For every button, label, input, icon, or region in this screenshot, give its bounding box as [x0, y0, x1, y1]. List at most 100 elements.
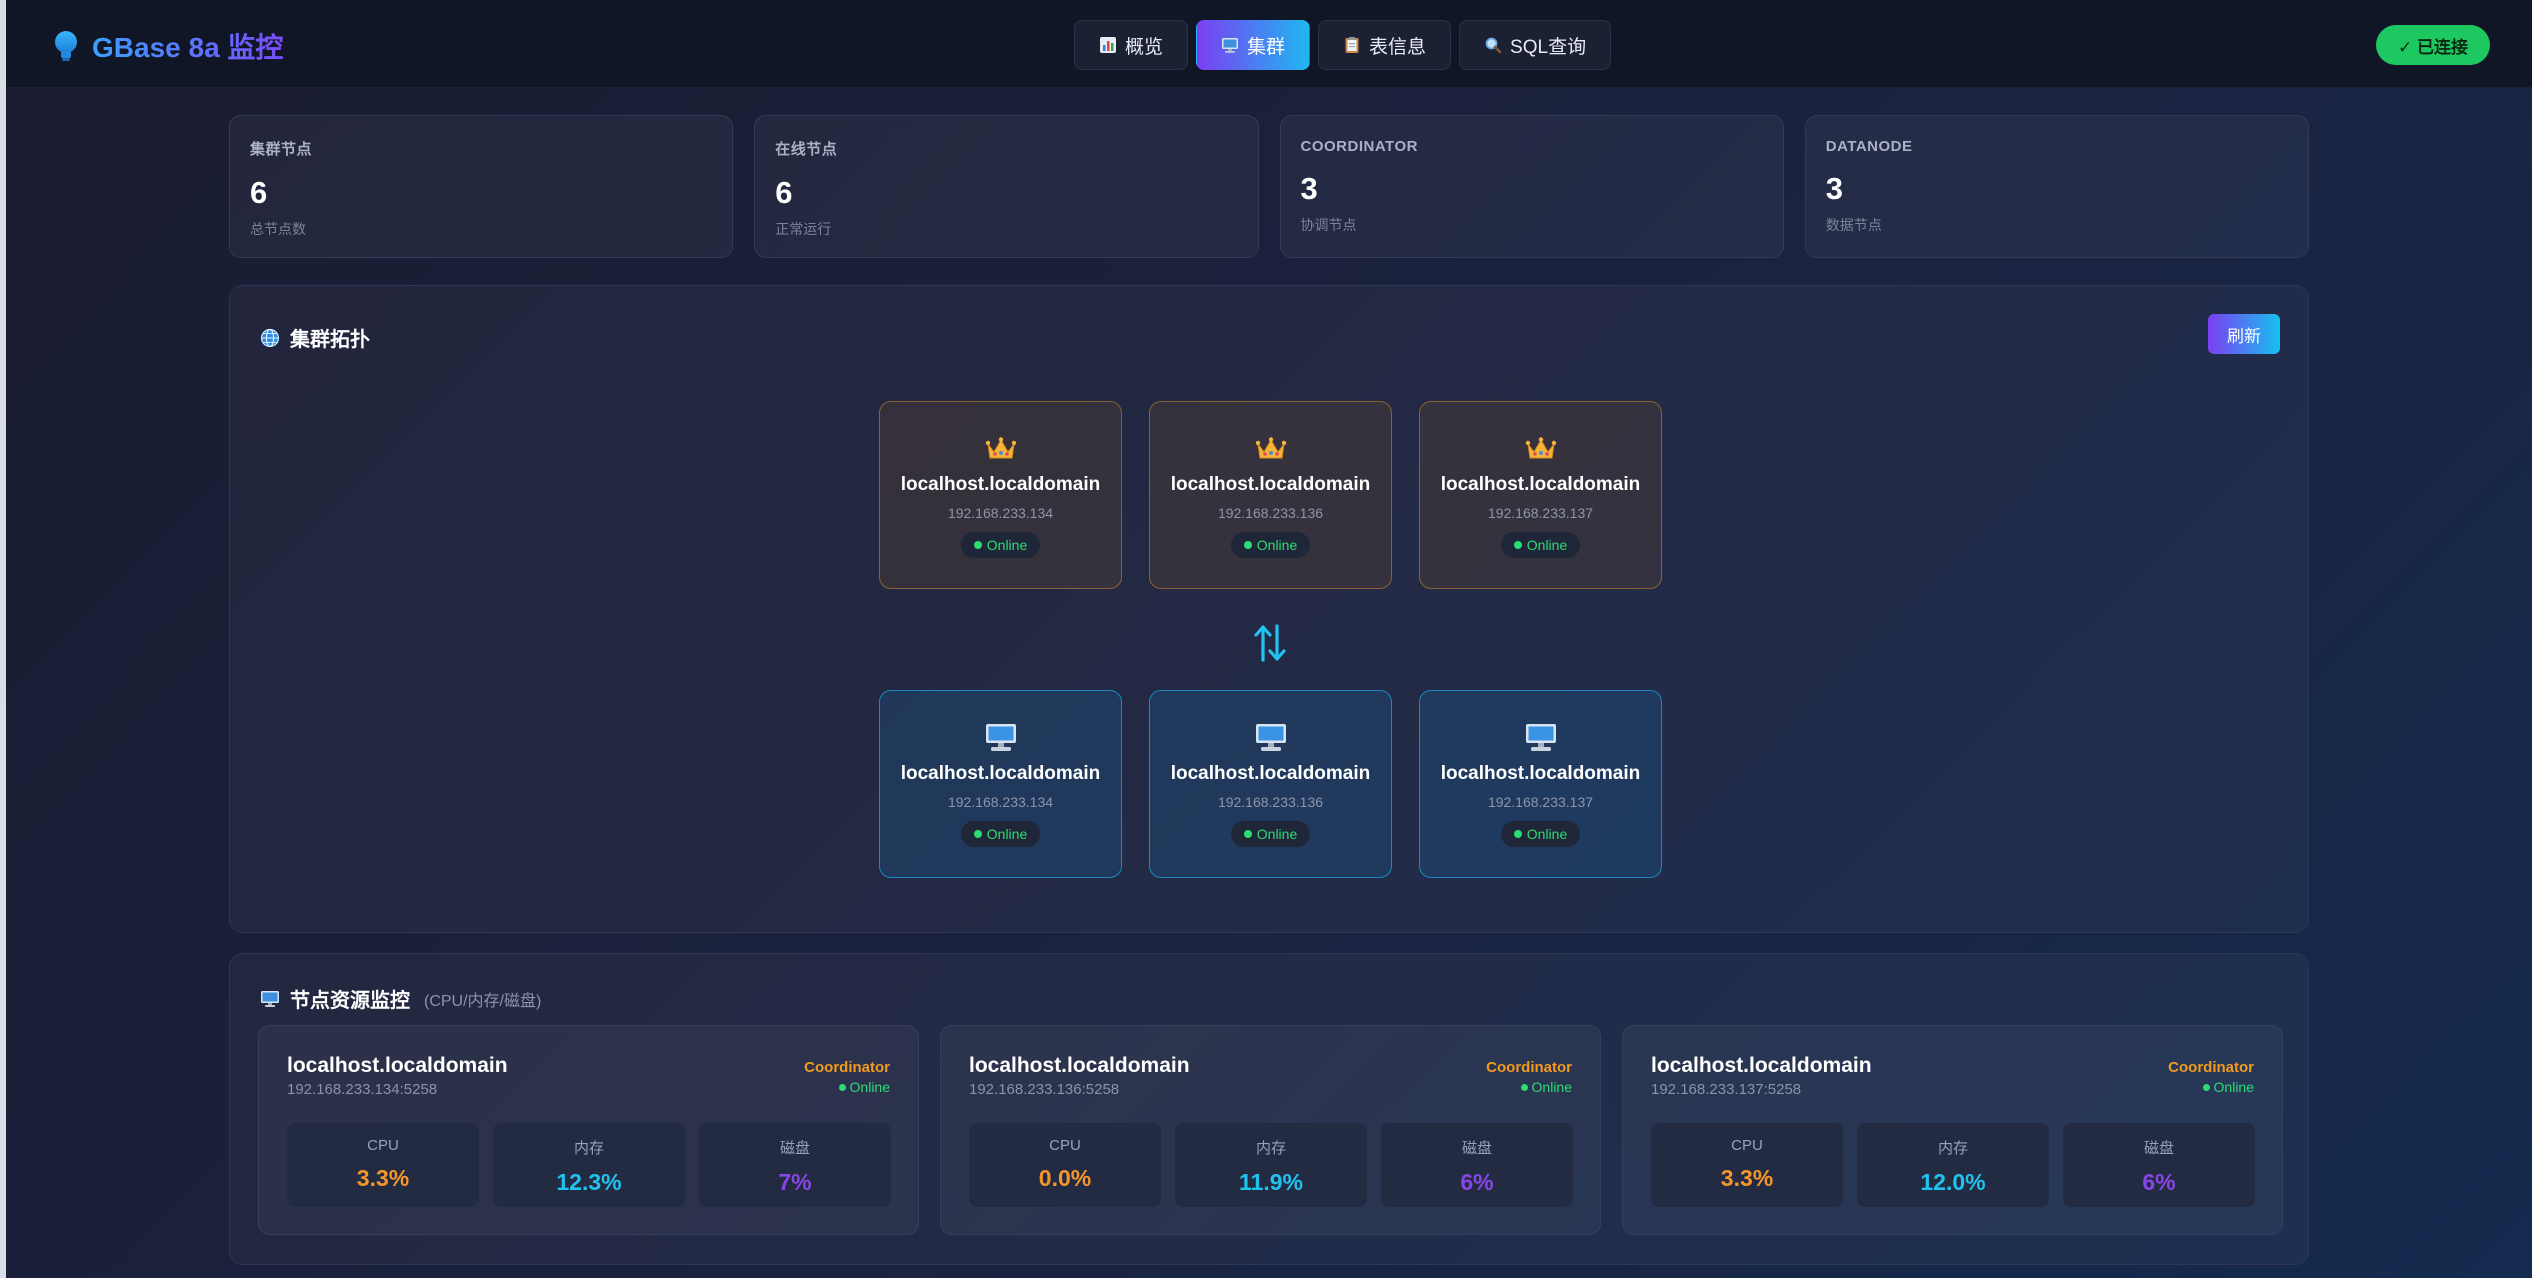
memory-value: 12.3% — [556, 1169, 622, 1195]
cpu-value: 3.3% — [356, 1165, 410, 1191]
computer-icon — [1525, 721, 1557, 755]
resource-hostname: localhost.localdomain — [1651, 1054, 1872, 1077]
stat-label: 在线节点 — [775, 141, 838, 158]
memory-metric: 内存 12.0% — [1857, 1123, 2049, 1207]
status-dot-icon — [1513, 830, 1522, 838]
lightbulb-icon — [55, 31, 77, 61]
node-status-badge: Online — [1230, 821, 1311, 847]
metric-label: 内存 — [573, 1140, 604, 1157]
cpu-value: 0.0% — [1038, 1165, 1092, 1191]
clipboard-icon — [1345, 37, 1359, 53]
resources-subtitle: (CPU/内存/磁盘) — [424, 992, 542, 1010]
stat-subtext: 正常运行 — [775, 221, 832, 237]
main-nav: 概览 集群 表信息 SQL查询 — [1074, 20, 1612, 70]
coordinator-node-card[interactable]: localhost.localdomain 192.168.233.136 On… — [1149, 401, 1392, 589]
datanode-node-card[interactable]: localhost.localdomain 192.168.233.134 On… — [879, 690, 1122, 878]
crown-icon — [1525, 432, 1557, 466]
disk-value: 7% — [778, 1169, 812, 1195]
metric-label: 磁盘 — [2143, 1140, 2174, 1157]
status-dot-icon — [973, 541, 982, 549]
node-hostname: localhost.localdomain — [1170, 474, 1371, 495]
stats-row: 集群节点 6 总节点数 在线节点 6 正常运行 COORDINATOR 3 协调… — [229, 115, 2309, 258]
monitor-icon — [1222, 38, 1239, 53]
memory-metric: 内存 12.3% — [493, 1123, 685, 1207]
coordinator-row: localhost.localdomain 192.168.233.134 On… — [879, 401, 1662, 589]
status-dot-icon — [1520, 1083, 1528, 1091]
datanode-row: localhost.localdomain 192.168.233.134 On… — [879, 690, 1662, 878]
resource-hostname: localhost.localdomain — [287, 1054, 508, 1077]
connection-status-badge: ✓ 已连接 — [2376, 25, 2490, 65]
stat-label: DATANODE — [1825, 138, 1913, 155]
cpu-value: 3.3% — [1720, 1165, 1774, 1191]
stat-label: COORDINATOR — [1300, 138, 1418, 155]
node-resource-card: localhost.localdomain 192.168.233.134:52… — [258, 1025, 919, 1235]
resource-hostname: localhost.localdomain — [969, 1054, 1190, 1077]
metric-label: 内存 — [1937, 1140, 1968, 1157]
resources-title: 节点资源监控 — [290, 990, 410, 1012]
app-title: GBase 8a 监控 — [92, 26, 283, 66]
node-ip: 192.168.233.137 — [1487, 794, 1594, 810]
coordinator-node-card[interactable]: localhost.localdomain 192.168.233.134 On… — [879, 401, 1122, 589]
metrics-row: CPU 3.3% 内存 12.3% 磁盘 7% — [287, 1123, 891, 1207]
node-ip: 192.168.233.136 — [1217, 505, 1324, 521]
brand[interactable]: GBase 8a 监控 — [52, 26, 283, 66]
node-role-label: Coordinator — [1486, 1059, 1572, 1076]
datanode-node-card[interactable]: localhost.localdomain 192.168.233.137 On… — [1419, 690, 1662, 878]
magnifier-icon — [1485, 37, 1502, 54]
tab-cluster[interactable]: 集群 — [1196, 20, 1311, 70]
topology-title: 集群拓扑 — [290, 329, 370, 351]
tab-sql-query[interactable]: SQL查询 — [1459, 20, 1612, 70]
status-dot-icon — [2202, 1083, 2210, 1091]
stat-subtext: 数据节点 — [1825, 217, 1882, 233]
stat-label: 集群节点 — [250, 141, 313, 158]
node-status-label: Online — [1520, 1079, 1572, 1095]
refresh-button[interactable]: 刷新 — [2208, 314, 2280, 354]
crown-icon — [985, 432, 1017, 466]
disk-value: 6% — [2142, 1169, 2176, 1195]
metric-label: CPU — [1049, 1137, 1081, 1154]
cpu-metric: CPU 3.3% — [1651, 1123, 1843, 1207]
topology-header: 集群拓扑 — [260, 323, 370, 352]
datanode-node-card[interactable]: localhost.localdomain 192.168.233.136 On… — [1149, 690, 1392, 878]
node-status-badge: Online — [1230, 532, 1311, 558]
metrics-row: CPU 0.0% 内存 11.9% 磁盘 6% — [969, 1123, 1573, 1207]
status-dot-icon — [1243, 541, 1252, 549]
top-bar: GBase 8a 监控 概览 集群 表信息 SQL查询 ✓ 已连接 — [6, 0, 2532, 88]
node-ip: 192.168.233.136 — [1217, 794, 1324, 810]
computer-icon — [985, 721, 1017, 755]
memory-metric: 内存 11.9% — [1175, 1123, 1367, 1207]
node-status-badge: Online — [960, 532, 1041, 558]
metric-label: 磁盘 — [779, 1140, 810, 1157]
coordinator-node-card[interactable]: localhost.localdomain 192.168.233.137 On… — [1419, 401, 1662, 589]
node-resource-card: localhost.localdomain 192.168.233.136:52… — [940, 1025, 1601, 1235]
tab-overview[interactable]: 概览 — [1074, 20, 1189, 70]
cpu-metric: CPU 0.0% — [969, 1123, 1161, 1207]
node-resources-panel: 节点资源监控 (CPU/内存/磁盘) localhost.localdomain… — [229, 953, 2309, 1265]
memory-value: 11.9% — [1239, 1169, 1303, 1195]
node-resource-card: localhost.localdomain 192.168.233.137:52… — [1622, 1025, 2283, 1235]
stat-value: 3 — [1825, 171, 1843, 206]
status-dot-icon — [838, 1083, 846, 1091]
node-hostname: localhost.localdomain — [900, 763, 1101, 784]
metric-label: CPU — [1731, 1137, 1763, 1154]
up-down-arrows-icon — [1254, 624, 1286, 662]
disk-value: 6% — [1460, 1169, 1494, 1195]
tab-table-info[interactable]: 表信息 — [1318, 20, 1452, 70]
metric-label: 内存 — [1255, 1140, 1286, 1157]
tab-sql-query-label: SQL查询 — [1510, 36, 1587, 58]
cpu-metric: CPU 3.3% — [287, 1123, 479, 1207]
computer-icon — [1255, 721, 1287, 755]
stat-card-datanode: DATANODE 3 数据节点 — [1804, 115, 2309, 258]
resources-header: 节点资源监控 (CPU/内存/磁盘) — [260, 984, 541, 1013]
monitor-icon — [261, 990, 279, 1007]
metric-label: CPU — [367, 1137, 399, 1154]
status-dot-icon — [1513, 541, 1522, 549]
tab-table-info-label: 表信息 — [1369, 36, 1427, 58]
stat-card-coordinator: COORDINATOR 3 协调节点 — [1279, 115, 1784, 258]
resource-address: 192.168.233.134:5258 — [287, 1081, 438, 1098]
status-dot-icon — [973, 830, 982, 838]
node-ip: 192.168.233.137 — [1487, 505, 1594, 521]
resource-address: 192.168.233.136:5258 — [969, 1081, 1120, 1098]
node-hostname: localhost.localdomain — [1440, 763, 1641, 784]
stat-value: 6 — [775, 175, 793, 210]
